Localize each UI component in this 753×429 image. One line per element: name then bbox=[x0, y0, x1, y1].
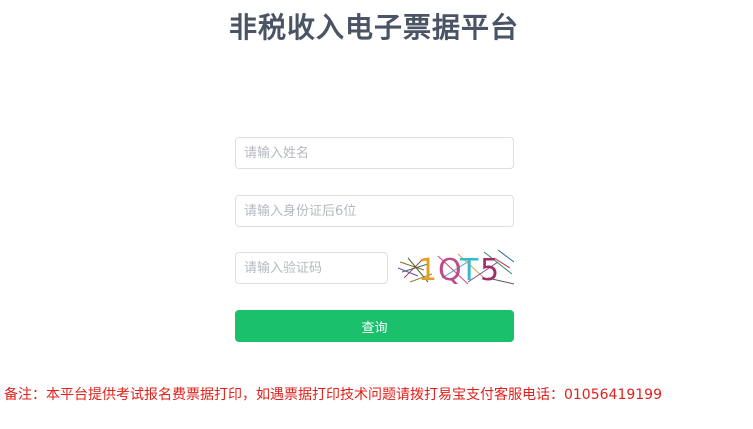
captcha-image[interactable]: 1 Q T 5 bbox=[398, 248, 514, 288]
query-button[interactable]: 查询 bbox=[235, 310, 514, 342]
captcha-char-3: T bbox=[459, 253, 479, 288]
footer-remark: 备注：本平台提供考试报名费票据打印，如遇票据打印技术问题请拨打易宝支付客服电话：… bbox=[4, 387, 662, 403]
id-last6-input[interactable] bbox=[235, 195, 514, 227]
captcha-char-4: 5 bbox=[480, 253, 499, 288]
captcha-char-2: Q bbox=[438, 253, 462, 288]
captcha-input[interactable] bbox=[235, 252, 388, 284]
name-input[interactable] bbox=[235, 137, 514, 169]
page-title: 非税收入电子票据平台 bbox=[228, 11, 519, 44]
captcha-char-1: 1 bbox=[418, 253, 437, 288]
